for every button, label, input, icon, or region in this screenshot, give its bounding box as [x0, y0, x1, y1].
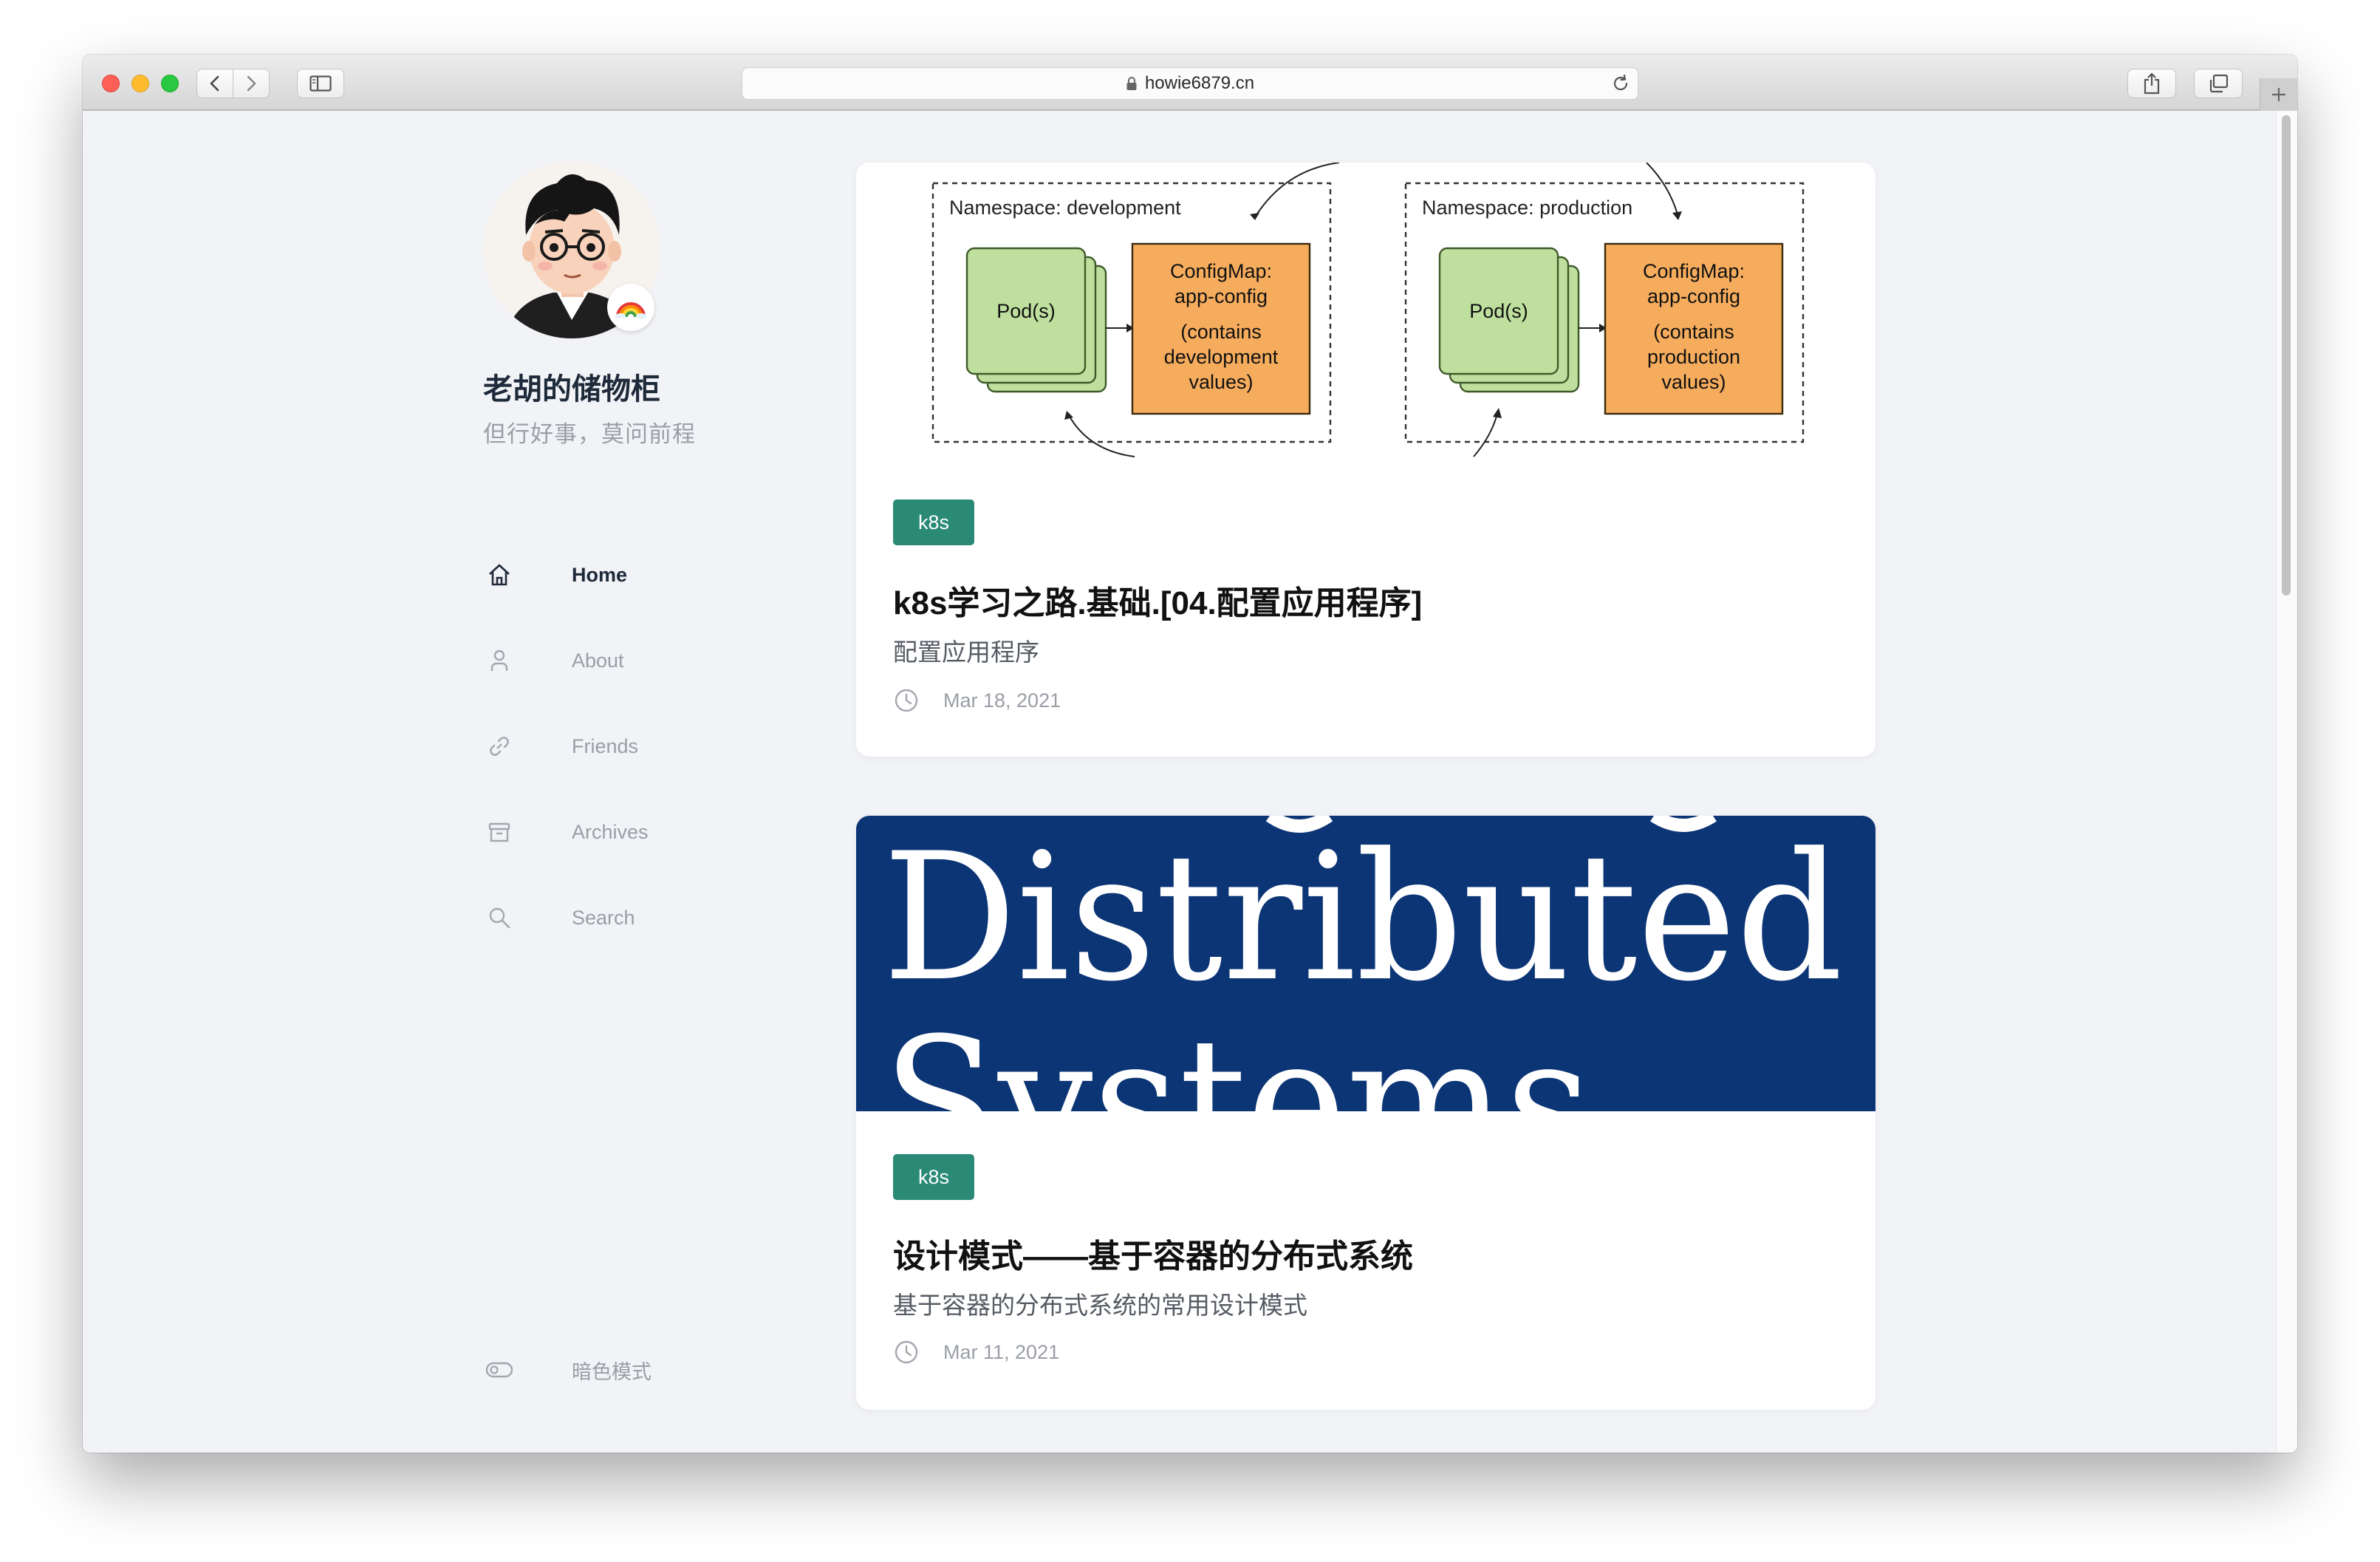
cover-text-line1: Distributed — [883, 816, 1843, 1020]
title-bar: howie6879.cn — [83, 55, 2297, 111]
tabs-overview-button[interactable] — [2194, 69, 2243, 98]
nav-item-home[interactable]: Home — [483, 553, 749, 597]
forward-button[interactable] — [233, 69, 270, 98]
configmap-line: (contains — [1180, 321, 1262, 343]
chevron-right-icon — [247, 75, 256, 92]
post-tag[interactable]: k8s — [893, 1154, 975, 1200]
plus-icon — [2272, 88, 2285, 101]
nav-item-about[interactable]: About — [483, 638, 749, 683]
rainbow-badge — [607, 284, 654, 331]
nav-item-archives[interactable]: Archives — [483, 810, 749, 854]
sidebar-icon — [310, 75, 332, 92]
nav-item-search[interactable]: Search — [483, 896, 749, 940]
configmap-line: ConfigMap: — [1643, 260, 1745, 282]
nav-label-friends: Friends — [572, 734, 639, 757]
reload-icon[interactable] — [1611, 74, 1630, 93]
dark-mode-toggle[interactable]: 暗色模式 — [483, 1348, 749, 1392]
namespace-label: Namespace: production — [1422, 197, 1632, 219]
url-text: howie6879.cn — [1144, 73, 1255, 93]
post-date-text: Mar 11, 2021 — [943, 1340, 1060, 1363]
post-date-text: Mar 18, 2021 — [943, 689, 1061, 712]
nav-label-search: Search — [572, 906, 635, 929]
post-title[interactable]: k8s学习之路.基础.[04.配置应用程序] — [893, 576, 1422, 624]
zoom-window-button[interactable] — [161, 75, 179, 92]
toggle-icon — [485, 1362, 513, 1378]
lock-icon — [1126, 77, 1137, 90]
post-date: Mar 18, 2021 — [893, 687, 1061, 714]
post-cover-image: Distributed Systems — [856, 816, 1875, 1111]
sidebar-toggle-button[interactable] — [297, 69, 344, 98]
configmap-line: development — [1164, 346, 1279, 368]
pod-label: Pod(s) — [996, 300, 1056, 322]
link-icon — [490, 737, 509, 756]
post-date: Mar 11, 2021 — [893, 1339, 1059, 1365]
close-window-button[interactable] — [102, 75, 120, 92]
clock-icon — [895, 689, 918, 712]
share-icon — [2144, 72, 2160, 95]
archive-icon — [488, 822, 510, 842]
scrollbar-track[interactable] — [2276, 111, 2297, 1453]
clock-icon — [895, 1340, 918, 1364]
back-button[interactable] — [196, 69, 233, 98]
post-cover-diagram: Namespace: development Pod(s) ConfigMap:… — [931, 163, 1805, 457]
chevron-left-icon — [210, 75, 219, 92]
configmap-line: app-config — [1174, 285, 1268, 307]
site-subtitle: 但行好事，莫问前程 — [483, 421, 696, 447]
address-bar[interactable]: howie6879.cn — [742, 67, 1638, 100]
post-card[interactable]: Distributed Systems k8s 设计模式——基于容器的分布式系统… — [856, 816, 1875, 1410]
post-description: 基于容器的分布式系统的常用设计模式 — [893, 1292, 1307, 1319]
nav-label-home: Home — [572, 563, 628, 586]
post-description: 配置应用程序 — [893, 638, 1039, 666]
configmap-line: (contains — [1653, 321, 1734, 343]
cover-text-line2: Systems — [883, 1000, 1592, 1111]
tabs-icon — [2209, 74, 2229, 93]
rainbow-icon — [615, 302, 646, 318]
configmap-line: app-config — [1647, 285, 1740, 307]
namespace-label: Namespace: development — [949, 197, 1181, 219]
user-icon — [490, 649, 508, 671]
browser-window: howie6879.cn 老胡的储物柜 但行好事，莫问前程 Home About… — [83, 55, 2297, 1453]
minimize-window-button[interactable] — [131, 75, 149, 92]
nav-label-about: About — [572, 649, 624, 672]
post-tag[interactable]: k8s — [893, 499, 975, 545]
site-title[interactable]: 老胡的储物柜 — [483, 365, 660, 408]
scrollbar-thumb[interactable] — [2282, 115, 2291, 596]
search-icon — [489, 907, 510, 929]
post-card[interactable]: Namespace: development Pod(s) ConfigMap:… — [856, 163, 1875, 757]
dark-mode-label: 暗色模式 — [572, 1360, 652, 1383]
new-tab-button[interactable] — [2260, 78, 2297, 111]
page-content: 老胡的储物柜 但行好事，莫问前程 Home About Friends Arch… — [83, 111, 2297, 1453]
pod-label: Pod(s) — [1469, 300, 1528, 322]
home-icon — [489, 564, 510, 586]
nav-item-friends[interactable]: Friends — [483, 724, 749, 768]
configmap-line: values) — [1189, 371, 1253, 393]
post-title[interactable]: 设计模式——基于容器的分布式系统 — [893, 1230, 1413, 1277]
configmap-line: production — [1647, 346, 1740, 368]
nav-label-archives: Archives — [572, 820, 649, 843]
share-button[interactable] — [2127, 69, 2176, 98]
configmap-line: ConfigMap: — [1170, 260, 1272, 282]
configmap-line: values) — [1661, 371, 1726, 393]
